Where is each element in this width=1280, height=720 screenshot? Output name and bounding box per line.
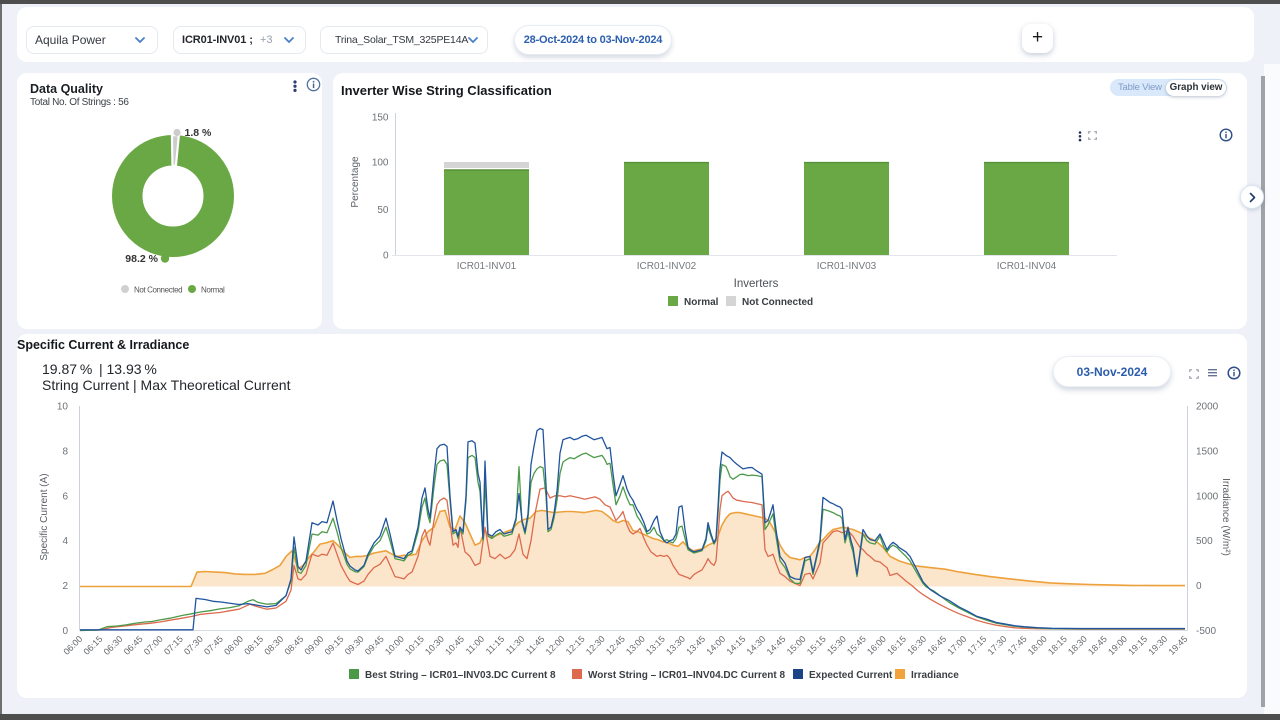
svg-text:50: 50 <box>377 205 389 216</box>
svg-text:ICR01-INV04: ICR01-INV04 <box>997 261 1057 272</box>
svg-text:Not Connected: Not Connected <box>134 286 182 295</box>
svg-text:Inverters: Inverters <box>734 278 779 290</box>
svg-text:ICR01-INV03: ICR01-INV03 <box>817 261 877 272</box>
svg-text:ICR01-INV02: ICR01-INV02 <box>637 261 697 272</box>
svg-text:Normal: Normal <box>201 286 225 295</box>
svg-text:Percentage: Percentage <box>350 156 361 208</box>
svg-text:ICR01-INV01: ICR01-INV01 <box>457 261 517 272</box>
svg-text:98.2 %: 98.2 % <box>125 253 158 265</box>
svg-text:0: 0 <box>383 251 389 262</box>
svg-text:Not Connected: Not Connected <box>742 297 813 308</box>
svg-text:Normal: Normal <box>684 297 719 308</box>
svg-text:100: 100 <box>372 158 389 169</box>
svg-text:1.8 %: 1.8 % <box>185 127 213 139</box>
svg-text:150: 150 <box>372 113 389 124</box>
